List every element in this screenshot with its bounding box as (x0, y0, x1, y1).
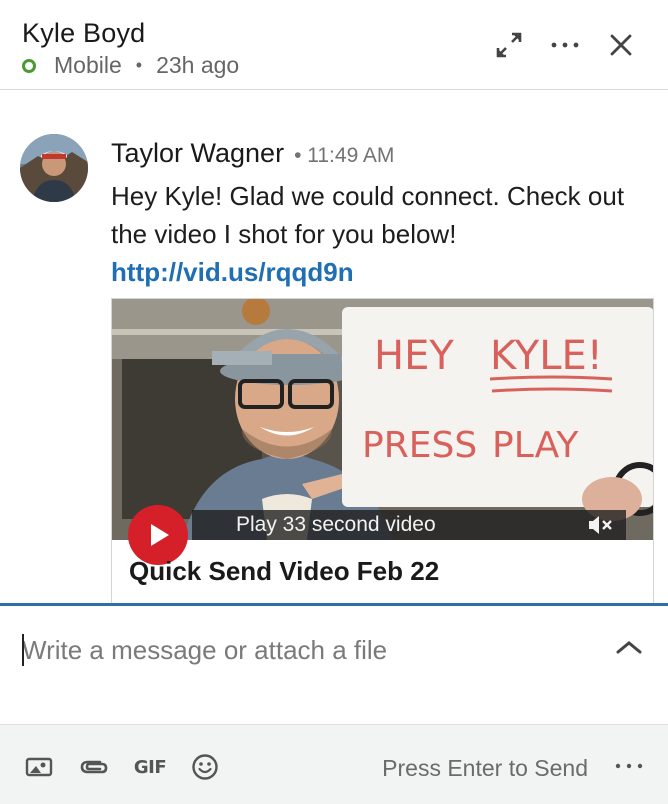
more-options-button[interactable] (548, 28, 582, 62)
video-card[interactable]: HEY KYLE! PRESS PLAY Play 33 second vide… (111, 298, 654, 604)
svg-text:PLAY: PLAY (492, 425, 579, 466)
status-time: 23h ago (156, 52, 240, 78)
emoji-icon (192, 754, 218, 780)
send-hint[interactable]: Press Enter to Send (382, 755, 588, 782)
svg-text:HEY: HEY (374, 333, 454, 379)
message-header: Taylor Wagner • 11:49 AM (111, 138, 394, 169)
compose-area (0, 606, 668, 724)
video-controls-bar[interactable]: Play 33 second video (192, 510, 626, 540)
status-separator: • (135, 55, 143, 75)
chevron-up-icon (616, 641, 642, 654)
compose-toolbar: GIF Press Enter to Send (0, 724, 668, 804)
mute-icon[interactable] (586, 514, 616, 536)
video-play-label[interactable]: Play 33 second video (236, 513, 436, 537)
expand-button[interactable] (492, 28, 526, 62)
contact-name[interactable]: Kyle Boyd (22, 18, 145, 49)
presence-status: Mobile • 23h ago (22, 52, 239, 79)
close-button[interactable] (604, 28, 638, 62)
message-link[interactable]: http://vid.us/rqqd9n (111, 257, 354, 287)
attach-image-button[interactable] (24, 753, 54, 781)
more-icon (615, 763, 643, 769)
message-text: Hey Kyle! Glad we could connect. Check o… (111, 181, 625, 249)
message-body: Hey Kyle! Glad we could connect. Check o… (111, 177, 651, 291)
expand-compose-button[interactable] (614, 636, 644, 658)
message-time: • 11:49 AM (294, 144, 395, 167)
attach-file-button[interactable] (78, 753, 110, 781)
close-icon (610, 34, 632, 56)
sender-name[interactable]: Taylor Wagner (111, 138, 284, 169)
attachment-icon (80, 760, 108, 774)
status-device: Mobile (54, 52, 122, 78)
svg-text:PRESS: PRESS (362, 425, 477, 466)
message-input[interactable] (22, 632, 592, 668)
message-list[interactable]: Taylor Wagner • 11:49 AM Hey Kyle! Glad … (0, 91, 668, 604)
avatar[interactable] (20, 134, 88, 202)
gif-icon: GIF (133, 756, 167, 778)
expand-icon (496, 32, 522, 58)
header-actions (470, 28, 638, 62)
online-status-icon (22, 58, 36, 73)
video-thumbnail[interactable]: HEY KYLE! PRESS PLAY Play 33 second vide… (112, 299, 653, 540)
image-icon (25, 757, 53, 777)
svg-text:KYLE!: KYLE! (490, 333, 603, 379)
emoji-button[interactable] (190, 753, 220, 781)
text-cursor (22, 634, 24, 666)
compose-options-button[interactable] (614, 759, 644, 771)
conversation-header: Kyle Boyd Mobile • 23h ago (0, 0, 668, 90)
gif-button[interactable]: GIF (133, 753, 167, 781)
more-icon (551, 42, 579, 48)
play-icon (151, 524, 169, 546)
video-title[interactable]: Quick Send Video Feb 22 (129, 556, 439, 587)
